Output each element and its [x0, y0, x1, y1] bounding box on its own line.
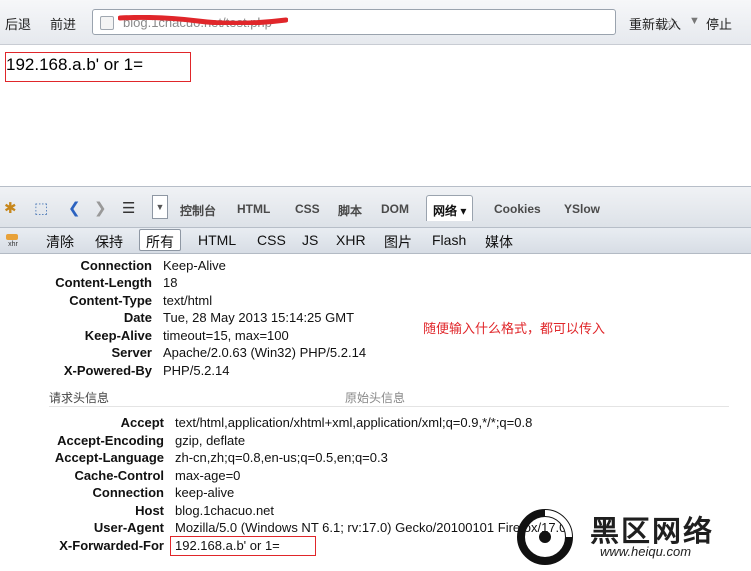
tab-cookies[interactable]: Cookies [494, 202, 541, 216]
filter-flash[interactable]: Flash [432, 232, 466, 248]
tab-console[interactable]: 控制台 [180, 202, 216, 219]
header-key: Keep-Alive [84, 328, 152, 343]
firebug-toolbar: ✱ ⬚ ❮ ❯ ☰ ▼ 控制台 HTML CSS 脚本 DOM 网络 ▾ Coo… [0, 186, 751, 228]
header-key: Connection [92, 485, 165, 500]
header-value: 18 [163, 275, 178, 290]
annotation-note: 随便输入什么格式，都可以传入 [423, 321, 606, 336]
forward-arrow-icon[interactable]: ❯ [94, 199, 107, 217]
header-value: Keep-Alive [163, 258, 226, 273]
filter-html[interactable]: HTML [198, 232, 236, 248]
header-key: Host [135, 503, 164, 518]
dropdown-arrow-icon[interactable]: ▼ [152, 195, 168, 219]
highlight-box [170, 536, 316, 556]
header-key: Server [111, 345, 152, 360]
filter-css[interactable]: CSS [257, 232, 286, 248]
chevron-down-icon[interactable]: ▼ [689, 15, 700, 27]
watermark-url: www.heiqu.com [600, 544, 692, 559]
header-key: Content-Length [55, 275, 152, 290]
tab-yslow[interactable]: YSlow [564, 202, 600, 216]
filter-images[interactable]: 图片 [384, 232, 412, 252]
header-value: timeout=15, max=100 [163, 328, 289, 343]
header-key: User-Agent [93, 520, 164, 535]
header-key: X-Powered-By [63, 363, 152, 378]
net-filter-bar: xhr 清除 保持 所有 HTML CSS JS XHR 图片 Flash 媒体 [0, 228, 751, 254]
header-value: gzip, deflate [175, 433, 246, 448]
header-value: text/html,application/xhtml+xml,applicat… [175, 415, 533, 430]
reload-button[interactable]: 重新载入 [629, 14, 681, 33]
filter-js[interactable]: JS [302, 232, 318, 248]
back-arrow-icon[interactable]: ❮ [68, 199, 81, 217]
clear-button[interactable]: 清除 [46, 232, 74, 252]
browser-toolbar: 后退 前进 blog.1chacuo.net/test.php ☆ ▼ 重新载入… [0, 0, 751, 45]
header-value: Apache/2.0.63 (Win32) PHP/5.2.14 [163, 345, 367, 360]
filter-media[interactable]: 媒体 [485, 232, 513, 252]
tab-html[interactable]: HTML [237, 202, 270, 216]
persist-button[interactable]: 保持 [95, 232, 123, 252]
stop-button[interactable]: 停止 [706, 14, 732, 33]
header-key: Accept-Encoding [57, 433, 164, 448]
header-value: Mozilla/5.0 (Windows NT 6.1; rv:17.0) Ge… [175, 520, 567, 535]
header-key: Cache-Control [74, 468, 164, 483]
header-key: Accept [120, 415, 164, 430]
tab-script[interactable]: 脚本 [338, 202, 362, 219]
raw-headers-link[interactable]: 原始头信息 [345, 389, 405, 406]
tab-css[interactable]: CSS [295, 202, 320, 216]
menu-list-icon[interactable]: ☰ [122, 199, 135, 217]
header-key: Date [123, 310, 152, 325]
redaction-scribble [118, 15, 288, 25]
header-value: zh-cn,zh;q=0.8,en-us;q=0.5,en;q=0.3 [175, 450, 388, 465]
xhr-icon: xhr [4, 232, 22, 250]
header-key: X-Forwarded-For [59, 538, 164, 553]
filter-all[interactable]: 所有 [139, 229, 181, 251]
inspect-icon[interactable]: ⬚ [34, 199, 48, 217]
header-value: max-age=0 [175, 468, 241, 483]
header-value: Tue, 28 May 2013 15:14:25 GMT [163, 310, 355, 325]
section-divider [49, 406, 729, 407]
request-headers-title: 请求头信息 [49, 391, 110, 405]
watermark-logo-icon [517, 509, 573, 565]
back-button[interactable]: 后退 [5, 14, 31, 33]
header-value: keep-alive [175, 485, 235, 500]
header-value: blog.1chacuo.net [175, 503, 275, 518]
header-key: Connection [80, 258, 153, 273]
firebug-bug-icon[interactable]: ✱ [4, 199, 17, 217]
forward-button[interactable]: 前进 [50, 14, 76, 33]
header-value: text/html [163, 293, 213, 308]
header-value: PHP/5.2.14 [163, 363, 230, 378]
tab-net[interactable]: 网络 ▾ [426, 195, 474, 221]
tab-dom[interactable]: DOM [381, 202, 409, 216]
header-key: Content-Type [69, 293, 152, 308]
page-output-text: 192.168.a.b' or 1= [5, 52, 191, 82]
filter-xhr[interactable]: XHR [336, 232, 366, 248]
header-key: Accept-Language [54, 450, 164, 465]
favicon-icon [100, 16, 114, 30]
